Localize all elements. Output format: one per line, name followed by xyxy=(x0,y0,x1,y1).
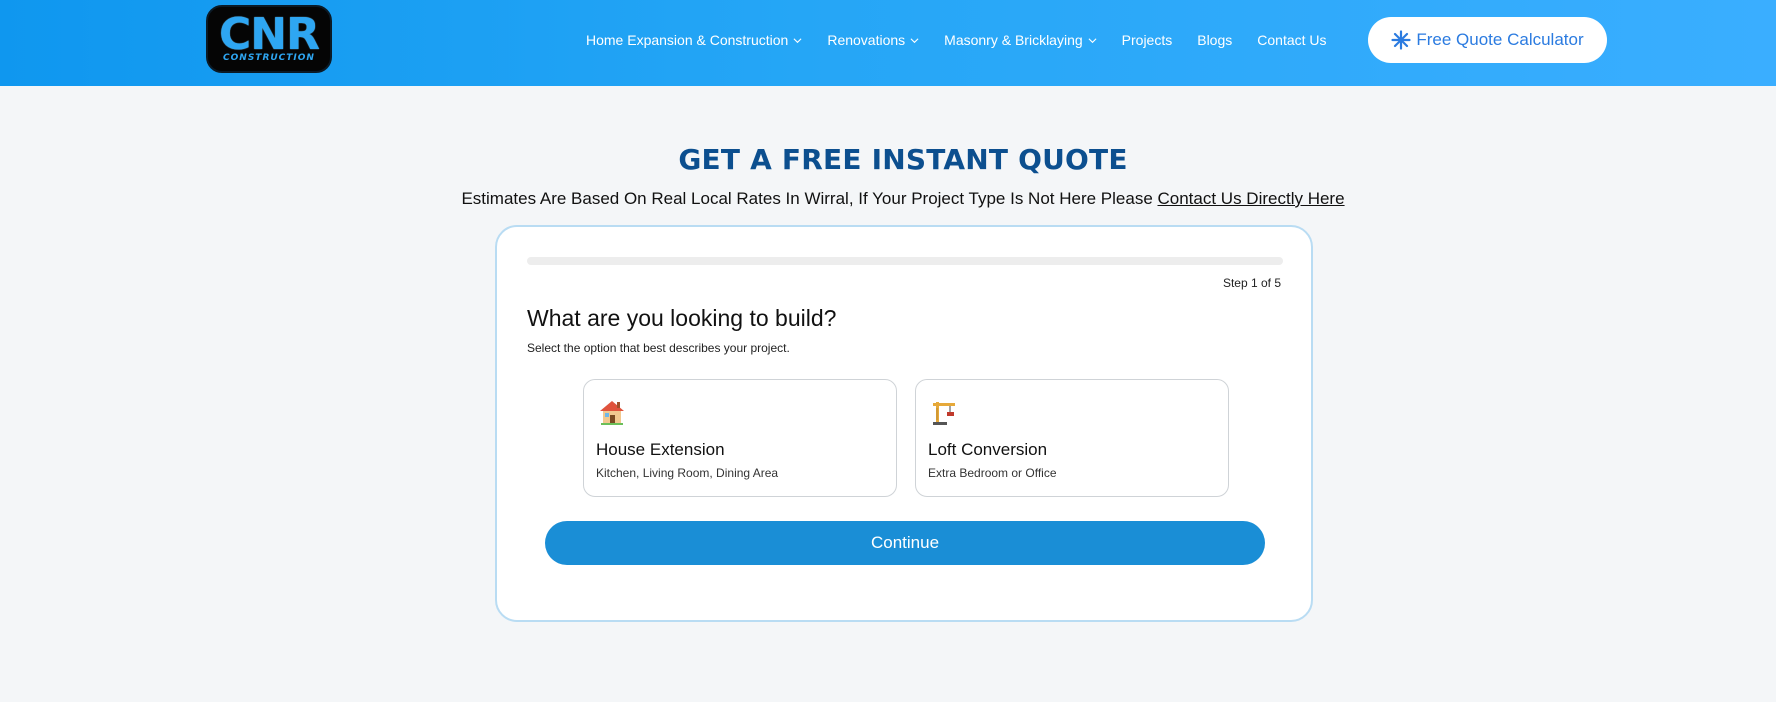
option-house-extension[interactable]: House Extension Kitchen, Living Room, Di… xyxy=(583,379,897,497)
option-title: House Extension xyxy=(596,440,725,459)
nav-projects[interactable]: Projects xyxy=(1122,32,1173,48)
cta-label: Free Quote Calculator xyxy=(1416,30,1584,49)
nav-label: Projects xyxy=(1121,32,1173,48)
house-icon xyxy=(600,401,624,425)
chevron-down-icon xyxy=(1088,37,1097,43)
page-title: GET A FREE INSTANT QUOTE xyxy=(678,143,1128,176)
nav-home-expansion[interactable]: Home Expansion & Construction xyxy=(586,32,802,48)
option-loft-conversion[interactable]: Loft Conversion Extra Bedroom or Office xyxy=(915,379,1229,497)
nav-label: Home Expansion & Construction xyxy=(586,32,789,48)
crane-icon xyxy=(933,402,955,425)
step-indicator: Step 1 of 5 xyxy=(1222,276,1281,290)
chevron-down-icon xyxy=(793,37,802,43)
question-heading: What are you looking to build? xyxy=(527,305,837,331)
main-nav: Home Expansion & Construction Renovation… xyxy=(586,30,1352,50)
nav-label: Blogs xyxy=(1197,32,1233,48)
option-title: Loft Conversion xyxy=(928,440,1048,459)
nav-label: Contact Us xyxy=(1257,32,1327,48)
nav-label: Renovations xyxy=(827,32,906,48)
nav-blogs[interactable]: Blogs xyxy=(1197,32,1232,48)
logo-subtext: CONSTRUCTION xyxy=(223,53,315,63)
page-subtitle: Estimates Are Based On Real Local Rates … xyxy=(0,189,1776,209)
site-header: CNR CONSTRUCTION Home Expansion & Constr… xyxy=(0,0,1776,86)
question-help-text: Select the option that best describes yo… xyxy=(527,341,790,355)
sparkle-icon xyxy=(1391,30,1411,50)
continue-button[interactable]: Continue xyxy=(545,521,1265,565)
contact-us-link[interactable]: Contact Us Directly Here xyxy=(1158,189,1345,208)
logo-wordmark: CNR xyxy=(219,9,320,60)
nav-renovations[interactable]: Renovations xyxy=(827,32,919,48)
cnr-logo[interactable]: CNR CONSTRUCTION xyxy=(206,5,332,73)
option-description: Extra Bedroom or Office xyxy=(928,466,1057,480)
chevron-down-icon xyxy=(910,37,919,43)
nav-masonry[interactable]: Masonry & Bricklaying xyxy=(944,32,1097,48)
subtitle-text: Estimates Are Based On Real Local Rates … xyxy=(461,189,1158,208)
progress-bar xyxy=(527,257,1283,265)
nav-contact-us[interactable]: Contact Us xyxy=(1257,32,1326,48)
nav-label: Masonry & Bricklaying xyxy=(944,32,1083,48)
free-quote-calculator-button[interactable]: Free Quote Calculator xyxy=(1368,17,1607,63)
quote-form-card: Step 1 of 5 What are you looking to buil… xyxy=(495,225,1313,622)
option-description: Kitchen, Living Room, Dining Area xyxy=(596,466,779,480)
